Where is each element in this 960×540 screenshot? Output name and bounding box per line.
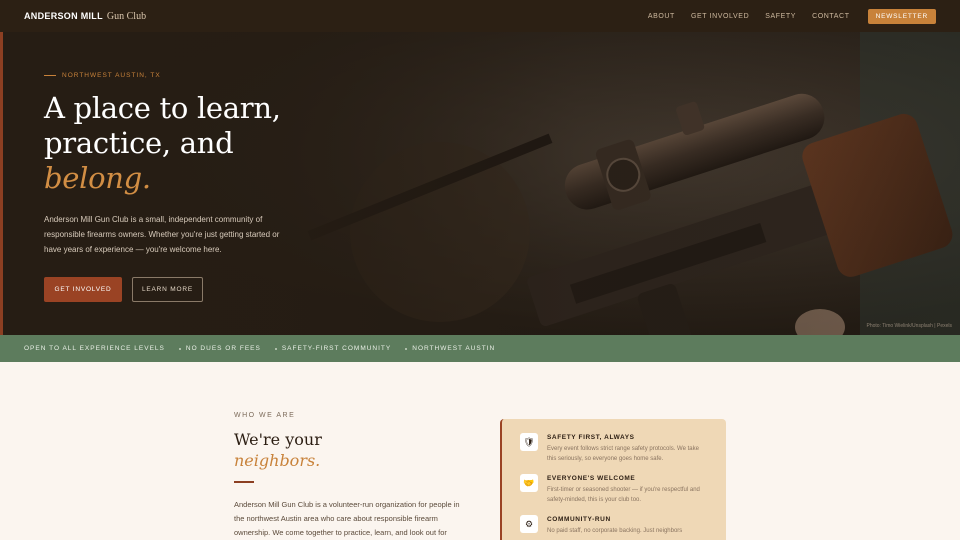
hero-eyebrow: NORTHWEST AUSTIN, TX xyxy=(44,72,344,79)
learn-more-button[interactable]: LEARN MORE xyxy=(132,277,203,302)
value-title: EVERYONE'S WELCOME xyxy=(547,475,636,482)
community-icon: ⚙ xyxy=(520,515,538,533)
value-item: 🤝 EVERYONE'S WELCOME First-timer or seas… xyxy=(520,474,708,505)
nav-link-about[interactable]: ABOUT xyxy=(648,13,675,20)
hero-buttons: GET INVOLVED LEARN MORE xyxy=(44,277,344,302)
nav-link-safety[interactable]: SAFETY xyxy=(765,13,796,20)
top-nav: ANDERSON MILL Gun Club ABOUT GET INVOLVE… xyxy=(0,0,960,32)
about-title: We're your neighbors. xyxy=(234,429,474,471)
brand-name-strong: ANDERSON MILL xyxy=(24,10,103,21)
hero-title-accent: belong. xyxy=(44,161,151,195)
values-card: 🛡 SAFETY FIRST, ALWAYS Every event follo… xyxy=(500,419,726,540)
strip-item: NORTHWEST AUSTIN xyxy=(405,345,495,352)
nav-link-get-involved[interactable]: GET INVOLVED xyxy=(691,13,749,20)
about-body: Anderson Mill Gun Club is a volunteer-ru… xyxy=(234,500,460,537)
strip-item-label: NO DUES OR FEES xyxy=(185,345,261,352)
value-description: No paid staff, no corporate backing. Jus… xyxy=(547,528,683,534)
value-text: EVERYONE'S WELCOME First-timer or season… xyxy=(547,474,708,505)
strip-item: SAFETY-FIRST COMMUNITY xyxy=(274,345,392,352)
value-text: COMMUNITY-RUN No paid staff, no corporat… xyxy=(547,515,682,536)
hero-location: NORTHWEST AUSTIN, TX xyxy=(62,72,161,79)
features-strip: OPEN TO ALL EXPERIENCE LEVELS NO DUES OR… xyxy=(0,335,960,362)
get-involved-button[interactable]: GET INVOLVED xyxy=(44,277,122,302)
hero-title-line1: A place to learn, xyxy=(44,91,281,125)
about-intro: WHO WE ARE We're your neighbors. Anderso… xyxy=(234,412,474,540)
newsletter-button[interactable]: NEWSLETTER xyxy=(867,8,936,24)
hero-title: A place to learn, practice, and belong. xyxy=(44,91,344,196)
about-title-main: We're your xyxy=(234,430,322,449)
about-title-accent: neighbors. xyxy=(234,451,321,470)
value-description: First-timer or seasoned shooter — if you… xyxy=(547,487,700,503)
value-item: ⚙ COMMUNITY-RUN No paid staff, no corpor… xyxy=(520,515,708,536)
about-section: WHO WE ARE We're your neighbors. Anderso… xyxy=(0,362,960,540)
photo-credit: Photo: Timo Wielink/Unsplash | Pexels xyxy=(866,323,952,329)
strip-item-label: SAFETY-FIRST COMMUNITY xyxy=(281,345,392,352)
title-divider xyxy=(234,481,254,483)
dot-icon xyxy=(405,347,408,350)
section-label: WHO WE ARE xyxy=(234,412,296,419)
hero-title-line2: practice, and xyxy=(44,126,234,160)
hero-accent-bar xyxy=(0,32,3,335)
hero-section: NORTHWEST AUSTIN, TX A place to learn, p… xyxy=(0,32,960,335)
hero-description: Anderson Mill Gun Club is a small, indep… xyxy=(44,215,280,254)
eyebrow-line xyxy=(44,75,56,76)
value-title: COMMUNITY-RUN xyxy=(547,516,611,523)
strip-item-label: NORTHWEST AUSTIN xyxy=(412,345,496,352)
nav-link-contact[interactable]: CONTACT xyxy=(812,13,850,20)
shield-icon: 🛡 xyxy=(520,433,538,451)
dot-icon xyxy=(178,347,181,350)
strip-item: NO DUES OR FEES xyxy=(178,345,261,352)
dot-icon xyxy=(274,347,277,350)
strip-item-label: OPEN TO ALL EXPERIENCE LEVELS xyxy=(24,345,165,352)
hero-content: NORTHWEST AUSTIN, TX A place to learn, p… xyxy=(44,72,344,302)
value-item: 🛡 SAFETY FIRST, ALWAYS Every event follo… xyxy=(520,433,708,464)
value-description: Every event follows strict range safety … xyxy=(547,446,699,462)
brand-logo[interactable]: ANDERSON MILL Gun Club xyxy=(24,11,146,22)
brand-name-light: Gun Club xyxy=(106,10,147,22)
strip-item: OPEN TO ALL EXPERIENCE LEVELS xyxy=(24,345,165,352)
handshake-icon: 🤝 xyxy=(520,474,538,492)
value-title: SAFETY FIRST, ALWAYS xyxy=(547,434,635,441)
nav-links: ABOUT GET INVOLVED SAFETY CONTACT NEWSLE… xyxy=(648,8,936,24)
value-text: SAFETY FIRST, ALWAYS Every event follows… xyxy=(547,433,708,464)
